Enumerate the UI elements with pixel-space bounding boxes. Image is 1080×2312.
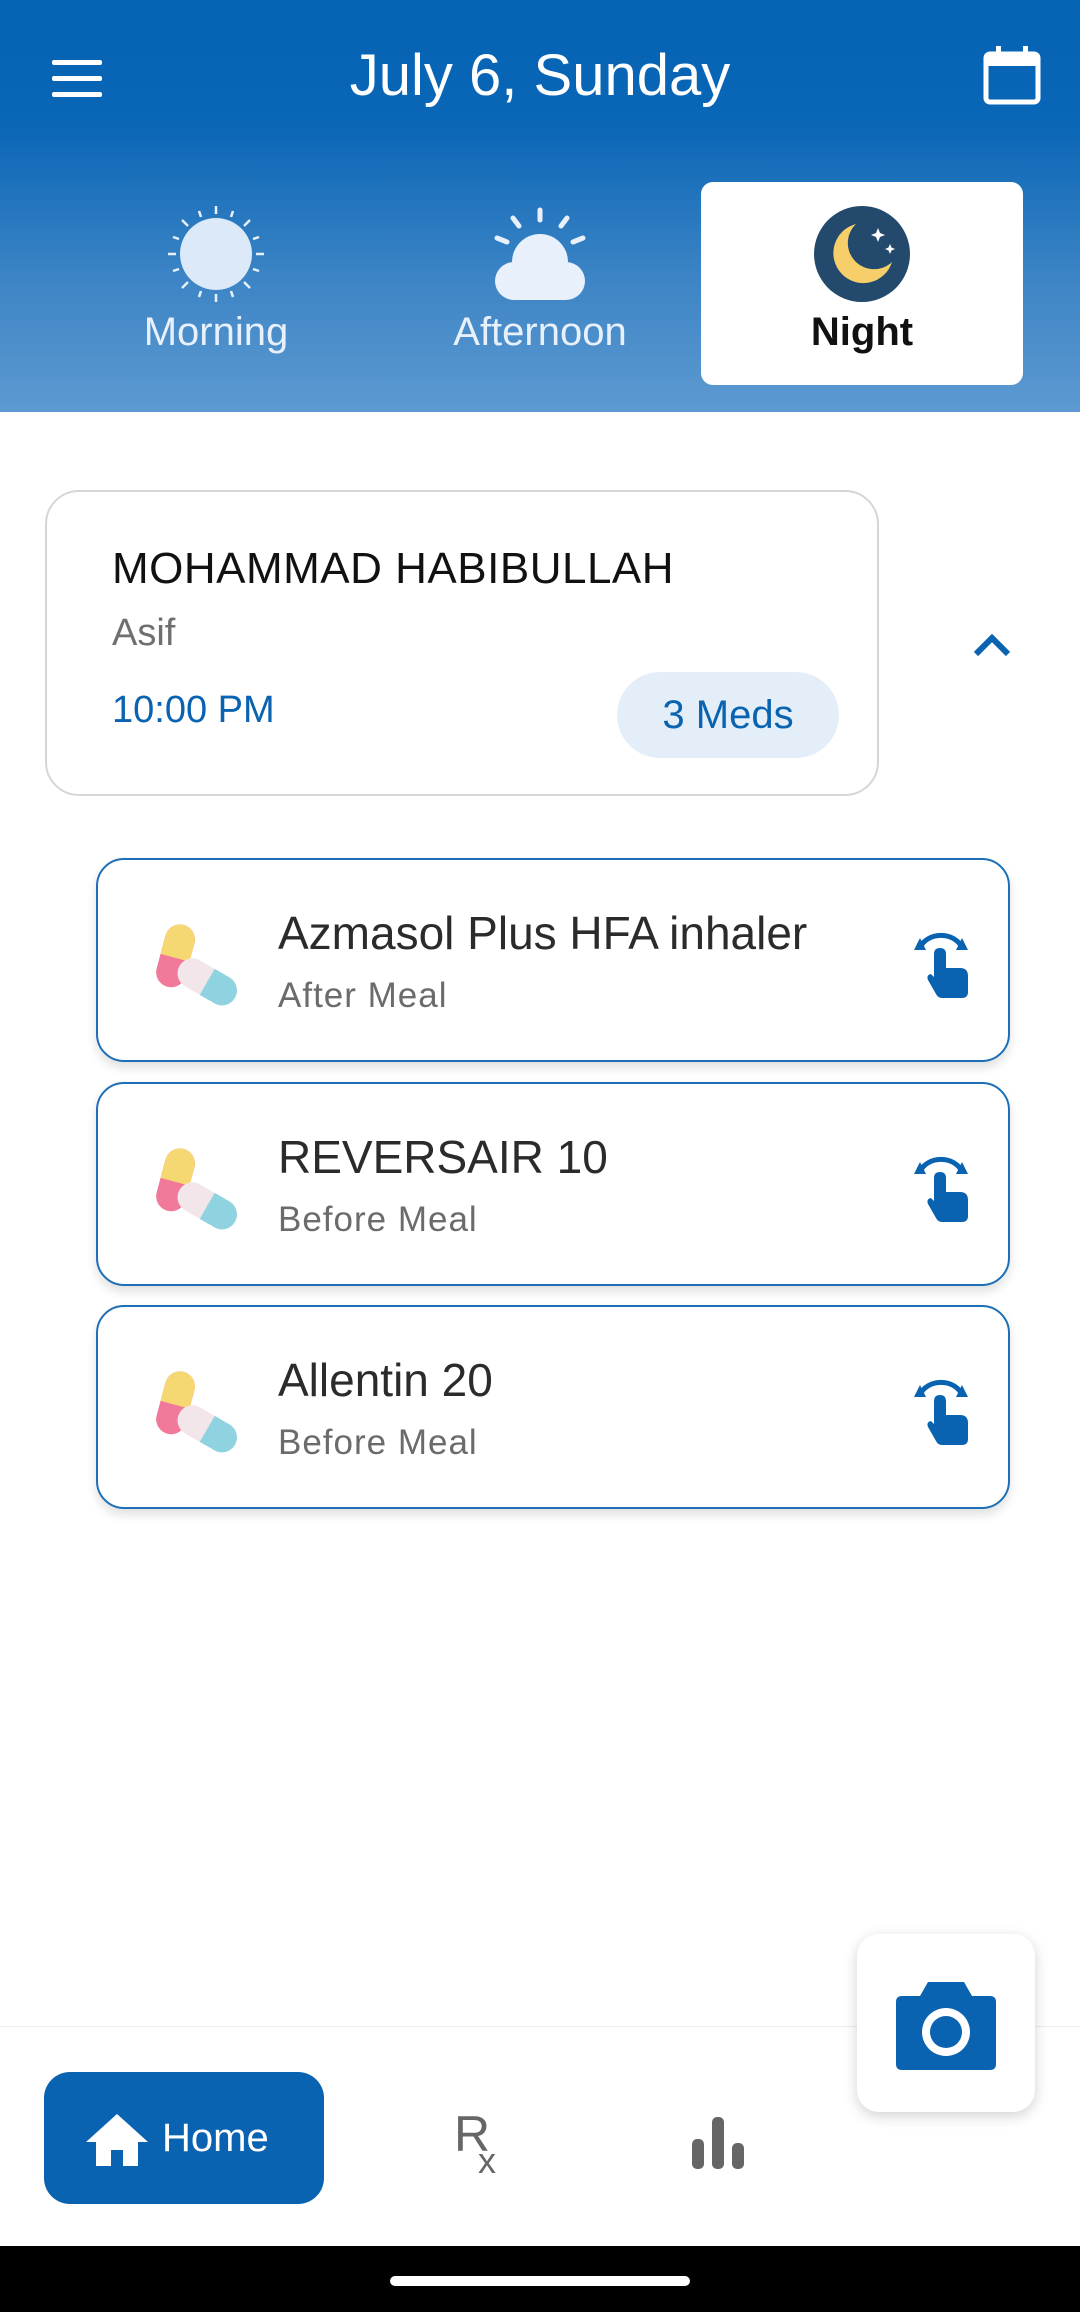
medication-name: Allentin 20 bbox=[278, 1354, 493, 1406]
camera-button[interactable] bbox=[857, 1934, 1035, 2112]
pill-icon bbox=[156, 924, 237, 1006]
nav-home-button[interactable]: Home bbox=[44, 2072, 324, 2204]
chevron-up-icon[interactable] bbox=[962, 620, 1022, 670]
medication-name: REVERSAIR 10 bbox=[278, 1131, 608, 1183]
home-indicator[interactable] bbox=[390, 2276, 690, 2286]
medication-name: Azmasol Plus HFA inhaler bbox=[278, 907, 808, 959]
meds-count-badge: 3 Meds bbox=[617, 672, 839, 758]
tab-night-label: Night bbox=[810, 310, 914, 354]
page-title: July 6, Sunday bbox=[349, 43, 731, 108]
medication-instruction: Before Meal bbox=[278, 1423, 478, 1462]
medication-instruction: After Meal bbox=[278, 976, 448, 1015]
pill-icon bbox=[156, 1371, 237, 1453]
tab-afternoon[interactable]: Afternoon bbox=[379, 182, 701, 385]
medication-instruction: Before Meal bbox=[278, 1200, 478, 1239]
tap-gesture-icon[interactable] bbox=[908, 1375, 974, 1445]
rx-icon[interactable]: R x bbox=[452, 2106, 512, 2181]
svg-text:x: x bbox=[478, 2140, 496, 2177]
tap-gesture-icon[interactable] bbox=[908, 1152, 974, 1222]
patient-subtitle: Asif bbox=[112, 612, 176, 654]
tab-morning-label: Morning bbox=[143, 310, 289, 354]
sun-icon bbox=[168, 206, 264, 302]
app-header: July 6, Sunday Morning Afternoon Night bbox=[0, 0, 1080, 412]
medication-card[interactable]: REVERSAIR 10 Before Meal bbox=[96, 1082, 1010, 1286]
pill-icon bbox=[156, 1148, 237, 1230]
medication-card[interactable]: Allentin 20 Before Meal bbox=[96, 1305, 1010, 1509]
cloud-sun-icon bbox=[494, 207, 586, 300]
moon-icon bbox=[814, 206, 910, 302]
calendar-icon[interactable] bbox=[980, 44, 1044, 108]
tab-night[interactable]: Night bbox=[701, 182, 1023, 385]
bar-chart-icon[interactable] bbox=[688, 2113, 748, 2173]
camera-icon bbox=[896, 1982, 996, 2070]
nav-home-label: Home bbox=[162, 2116, 269, 2160]
medication-card[interactable]: Azmasol Plus HFA inhaler After Meal bbox=[96, 858, 1010, 1062]
patient-card[interactable]: MOHAMMAD HABIBULLAH Asif 10:00 PM 3 Meds bbox=[45, 490, 879, 796]
tap-gesture-icon[interactable] bbox=[908, 928, 974, 998]
tab-afternoon-label: Afternoon bbox=[453, 310, 627, 354]
dose-time: 10:00 PM bbox=[112, 689, 275, 731]
patient-name: MOHAMMAD HABIBULLAH bbox=[112, 544, 675, 593]
tab-morning[interactable]: Morning bbox=[55, 182, 377, 385]
home-icon bbox=[86, 2114, 148, 2166]
